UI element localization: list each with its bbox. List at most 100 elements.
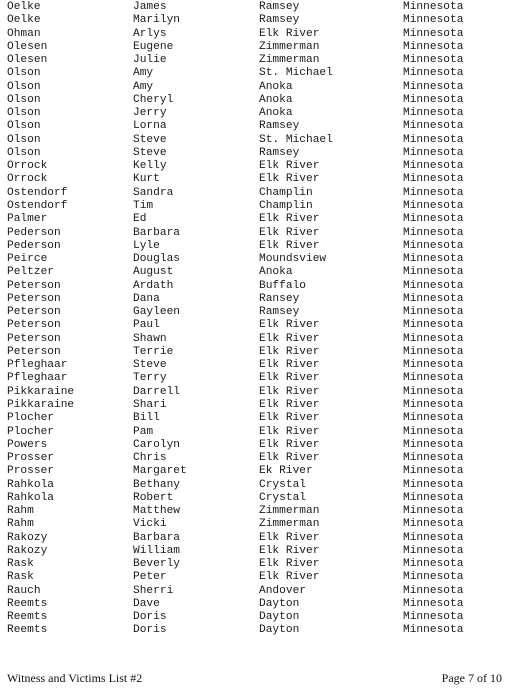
first-name-cell: Eugene	[133, 40, 174, 53]
state-cell: Minnesota	[403, 186, 464, 199]
state-cell: Minnesota	[403, 67, 464, 80]
first-name-cell: Lorna	[133, 120, 167, 133]
city-cell: Zimmerman	[259, 54, 320, 67]
last-name-cell: Orrock	[7, 160, 48, 173]
city-cell: St. Michael	[259, 67, 333, 80]
first-name-cell: Ed	[133, 213, 147, 226]
state-cell: Minnesota	[403, 465, 464, 478]
city-cell: Ramsey	[259, 306, 300, 319]
last-name-cell: Peltzer	[7, 266, 54, 279]
list-row: Prosser Margaret Ek River Minnesota	[0, 465, 530, 478]
list-row: Olson Amy St. Michael Minnesota	[0, 67, 530, 80]
city-cell: Elk River	[259, 359, 320, 372]
state-cell: Minnesota	[403, 345, 464, 358]
list-row: Palmer Ed Elk River Minnesota	[0, 213, 530, 226]
first-name-cell: Beverly	[133, 558, 180, 571]
list-row: Olson Amy Anoka Minnesota	[0, 81, 530, 94]
state-cell: Minnesota	[403, 253, 464, 266]
last-name-cell: Olson	[7, 146, 41, 159]
state-cell: Minnesota	[403, 518, 464, 531]
list-row: Prosser Chris Elk River Minnesota	[0, 452, 530, 465]
city-cell: Champlin	[259, 186, 313, 199]
first-name-cell: Douglas	[133, 253, 180, 266]
city-cell: Zimmerman	[259, 518, 320, 531]
state-cell: Minnesota	[403, 279, 464, 292]
first-name-cell: Amy	[133, 67, 154, 80]
state-cell: Minnesota	[403, 173, 464, 186]
first-name-cell: Dana	[133, 292, 160, 305]
state-cell: Minnesota	[403, 107, 464, 120]
last-name-cell: Ohman	[7, 27, 41, 40]
list-row: Plocher Pam Elk River Minnesota	[0, 426, 530, 439]
state-cell: Minnesota	[403, 27, 464, 40]
list-row: Rahm Matthew Zimmerman Minnesota	[0, 505, 530, 518]
state-cell: Minnesota	[403, 505, 464, 518]
list-row: Ostendorf Sandra Champlin Minnesota	[0, 187, 530, 200]
state-cell: Minnesota	[403, 558, 464, 571]
last-name-cell: Rask	[7, 571, 34, 584]
state-cell: Minnesota	[403, 40, 464, 53]
last-name-cell: Rakozy	[7, 544, 48, 557]
list-row: Rahkola Robert Crystal Minnesota	[0, 492, 530, 505]
last-name-cell: Pederson	[7, 239, 61, 252]
city-cell: Dayton	[259, 597, 300, 610]
last-name-cell: Olesen	[7, 40, 48, 53]
first-name-cell: Carolyn	[133, 438, 180, 451]
city-cell: Elk River	[259, 173, 320, 186]
first-name-cell: Steve	[133, 146, 167, 159]
first-name-cell: Chris	[133, 452, 167, 465]
first-name-cell: Bill	[133, 412, 160, 425]
state-cell: Minnesota	[403, 584, 464, 597]
last-name-cell: Reemts	[7, 611, 48, 624]
list-row: Peterson Shawn Elk River Minnesota	[0, 333, 530, 346]
last-name-cell: Olson	[7, 133, 41, 146]
city-cell: Elk River	[259, 226, 320, 239]
first-name-cell: Margaret	[133, 465, 187, 478]
list-row: Rask Peter Elk River Minnesota	[0, 571, 530, 584]
state-cell: Minnesota	[403, 478, 464, 491]
list-row: Olson Jerry Anoka Minnesota	[0, 107, 530, 120]
city-cell: Elk River	[259, 332, 320, 345]
first-name-cell: Barbara	[133, 531, 180, 544]
last-name-cell: Rahm	[7, 518, 34, 531]
city-cell: Elk River	[259, 544, 320, 557]
list-row: Peterson Terrie Elk River Minnesota	[0, 346, 530, 359]
list-row: Pfleghaar Terry Elk River Minnesota	[0, 372, 530, 385]
first-name-cell: Pam	[133, 425, 154, 438]
state-cell: Minnesota	[403, 372, 464, 385]
first-name-cell: Doris	[133, 624, 167, 637]
first-name-cell: August	[133, 266, 174, 279]
list-row: Pederson Lyle Elk River Minnesota	[0, 240, 530, 253]
first-name-cell: Ardath	[133, 279, 174, 292]
city-cell: Zimmerman	[259, 40, 320, 53]
city-cell: Elk River	[259, 160, 320, 173]
city-cell: Anoka	[259, 107, 293, 120]
first-name-cell: Kelly	[133, 160, 167, 173]
list-row: Reemts Doris Dayton Minnesota	[0, 611, 530, 624]
last-name-cell: Rahm	[7, 505, 34, 518]
first-name-cell: Paul	[133, 319, 160, 332]
last-name-cell: Oelke	[7, 1, 41, 13]
city-cell: Elk River	[259, 425, 320, 438]
first-name-cell: Lyle	[133, 239, 160, 252]
list-row: Peterson Ardath Buffalo Minnesota	[0, 280, 530, 293]
last-name-cell: Peterson	[7, 306, 61, 319]
city-cell: Anoka	[259, 80, 293, 93]
last-name-cell: Plocher	[7, 412, 54, 425]
list-row: Reemts Dave Dayton Minnesota	[0, 598, 530, 611]
state-cell: Minnesota	[403, 452, 464, 465]
state-cell: Minnesota	[403, 1, 464, 13]
first-name-cell: Jerry	[133, 107, 167, 120]
list-row: Plocher Bill Elk River Minnesota	[0, 412, 530, 425]
first-name-cell: Steve	[133, 359, 167, 372]
list-row: Olesen Eugene Zimmerman Minnesota	[0, 41, 530, 54]
list-row: Pfleghaar Steve Elk River Minnesota	[0, 359, 530, 372]
state-cell: Minnesota	[403, 438, 464, 451]
last-name-cell: Ostendorf	[7, 186, 68, 199]
state-cell: Minnesota	[403, 239, 464, 252]
first-name-cell: Tim	[133, 199, 154, 212]
list-row: Ostendorf Tim Champlin Minnesota	[0, 200, 530, 213]
city-cell: Elk River	[259, 571, 320, 584]
city-cell: Elk River	[259, 27, 320, 40]
first-name-cell: Vicki	[133, 518, 167, 531]
